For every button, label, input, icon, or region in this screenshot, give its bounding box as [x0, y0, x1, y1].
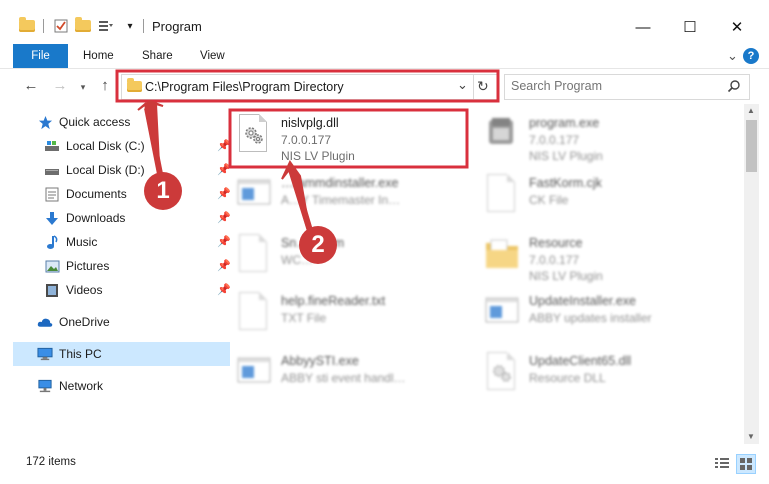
- item-count: 172 items: [26, 456, 76, 468]
- step-badge-2: 2: [299, 226, 337, 264]
- annotation-overlay: [115, 69, 500, 245]
- details-view-icon[interactable]: [714, 456, 730, 473]
- status-bar: 172 items: [0, 444, 769, 484]
- tiles-view-icon[interactable]: [736, 454, 756, 474]
- address-highlight-box: [115, 69, 500, 103]
- step-badge-1: 1: [144, 172, 182, 210]
- file-highlight-box: [228, 108, 469, 169]
